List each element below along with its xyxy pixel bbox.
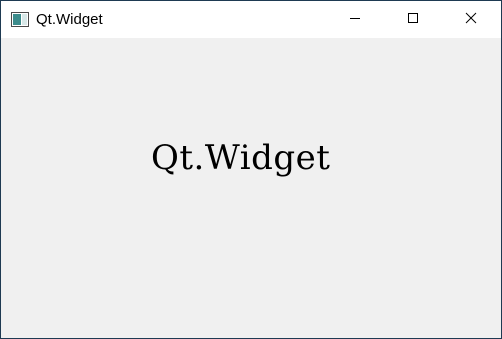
close-button[interactable] — [448, 1, 494, 38]
minimize-icon — [349, 11, 361, 29]
title-bar[interactable]: Qt.Widget — [1, 1, 501, 38]
app-window-icon — [11, 12, 29, 27]
window-title: Qt.Widget — [36, 11, 103, 28]
maximize-button[interactable] — [390, 1, 436, 38]
widget-label: Qt.Widget — [151, 138, 331, 178]
close-icon — [465, 11, 477, 29]
minimize-button[interactable] — [332, 1, 378, 38]
maximize-icon — [407, 11, 419, 29]
app-window: Qt.Widget Qt.Widget — [0, 0, 502, 339]
widget-client-area: Qt.Widget — [1, 38, 501, 338]
